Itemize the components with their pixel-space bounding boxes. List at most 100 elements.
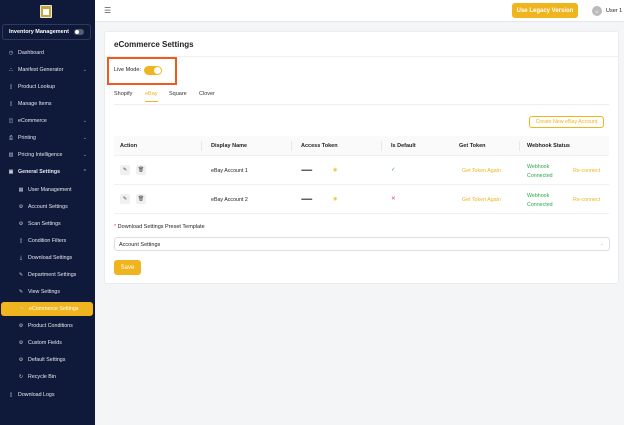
sidebar-item-download-settings[interactable]: ⤓ Download Settings <box>0 251 95 265</box>
delete-icon[interactable]: 🗑 <box>136 165 146 175</box>
sidebar-item-dashboard[interactable]: ◷ Dashboard <box>0 46 95 60</box>
sidebar-item-label: Product Conditions <box>28 323 73 329</box>
platform-tabs: Shopify eBay Square Clover <box>114 91 609 105</box>
sidebar-item-default-settings[interactable]: ⚙ Default Settings <box>0 353 95 367</box>
file-icon: ▯ <box>9 101 13 107</box>
gear-icon: ⚙ <box>18 357 24 363</box>
sidebar-item-label: General Settings <box>18 169 61 175</box>
page-title: eCommerce Settings <box>114 40 194 49</box>
sidebar-item-manage-items[interactable]: ▯ Manage Items <box>0 97 95 111</box>
file-icon: ▯ <box>9 392 13 398</box>
use-legacy-version-button[interactable]: Use Legacy Version <box>512 3 578 18</box>
chevron-up-icon: ⌃ <box>82 169 87 175</box>
recycle-icon: ↻ <box>18 374 24 380</box>
sidebar-item-view-settings[interactable]: ✎ View Settings <box>0 285 95 299</box>
tab-square[interactable]: Square <box>169 91 187 97</box>
chevron-down-icon: ⌄ <box>82 135 87 141</box>
column-header: Get Token <box>459 143 486 149</box>
sidebar-item-printing[interactable]: ⎙ Printing ⌄ <box>0 131 95 145</box>
reconnect-link[interactable]: Re-connect <box>573 168 600 174</box>
get-token-again-link[interactable]: Get Token Again <box>462 168 501 174</box>
download-icon: ⤓ <box>19 255 23 261</box>
sidebar-item-label: Manifest Generator <box>18 67 64 73</box>
display-name: eBay Account 2 <box>211 197 248 203</box>
chart-icon: ▥ <box>8 152 14 158</box>
bag-icon: ◫ <box>8 118 14 124</box>
avatar[interactable]: U <box>592 6 602 16</box>
tab-ebay[interactable]: eBay <box>145 91 158 102</box>
sidebar-item-label: Manage Items <box>18 101 52 107</box>
tab-shopify[interactable]: Shopify <box>114 91 132 97</box>
sidebar-item-label: User Management <box>28 187 72 193</box>
eye-icon[interactable]: ◉ <box>333 167 337 173</box>
gear-icon: ⚙ <box>18 204 24 210</box>
reconnect-link[interactable]: Re-connect <box>573 197 600 203</box>
sidebar-item-recycle-bin[interactable]: ↻ Recycle Bin <box>0 370 95 384</box>
sidebar-item-label: View Settings <box>28 289 60 295</box>
webhook-status: Webhook Connected <box>527 164 553 179</box>
sidebar-item-label: Department Settings <box>28 272 77 278</box>
column-header: Is Default <box>391 143 416 149</box>
check-circle-icon: ✓ <box>391 167 396 173</box>
sidebar-item-label: Custom Fields <box>28 340 62 346</box>
sidebar-item-scan-settings[interactable]: ⚙ Scan Settings <box>0 217 95 231</box>
sidebar-item-general-settings[interactable]: ▣ General Settings ⌃ <box>0 165 95 179</box>
chevron-down-icon: ⌄ <box>82 152 87 158</box>
get-token-again-link[interactable]: Get Token Again <box>462 197 501 203</box>
sidebar-item-pricing-intelligence[interactable]: ▥ Pricing Intelligence ⌄ <box>0 148 95 162</box>
sidebar-item-department-settings[interactable]: ✎ Department Settings <box>0 268 95 282</box>
eye-icon[interactable]: ◉ <box>333 196 337 202</box>
sidebar-item-custom-fields[interactable]: ⚙ Custom Fields <box>0 336 95 350</box>
create-new-ebay-account-button[interactable]: Create New eBay Account <box>529 116 604 128</box>
sidebar-item-label: Pricing Intelligence <box>18 152 63 158</box>
menu-toggle-icon[interactable]: ☰ <box>104 6 111 15</box>
access-token: •••••••••••••• <box>301 168 312 174</box>
delete-icon[interactable]: 🗑 <box>136 194 146 204</box>
edit-icon[interactable]: ✎ <box>120 194 130 204</box>
column-header: Display Name <box>211 143 248 149</box>
sidebar-item-ecommerce[interactable]: ◫ eCommerce ⌄ <box>0 114 95 128</box>
sidebar-item-user-management[interactable]: ▦ User Management <box>0 183 95 197</box>
sidebar-item-label: eCommerce <box>18 118 47 124</box>
sidebar-item-ecommerce-settings[interactable]: ✎ eCommerce Settings <box>1 302 93 316</box>
inventory-management-toggle[interactable] <box>74 29 84 35</box>
gear-icon: ⚙ <box>18 221 24 227</box>
user-name[interactable]: User 1 <box>606 8 622 14</box>
column-separator <box>291 141 292 151</box>
sidebar-item-condition-filters[interactable]: ▯ Condition Filters <box>0 234 95 248</box>
table-row: ✎ 🗑 eBay Account 2 •••••••••••••• ◉ ✕ Ge… <box>114 185 609 214</box>
file-icon: ▯ <box>9 84 13 90</box>
sidebar-item-label: Scan Settings <box>28 221 61 227</box>
sidebar-item-label: Download Logs <box>18 392 55 398</box>
table-header: Action Display Name Access Token Is Defa… <box>114 136 609 156</box>
display-name: eBay Account 1 <box>211 168 248 174</box>
tab-clover[interactable]: Clover <box>199 91 215 97</box>
preset-template-label: * Download Settings Preset Template <box>114 224 205 230</box>
sidebar-item-product-lookup[interactable]: ▯ Product Lookup <box>0 80 95 94</box>
sidebar-item-label: Default Settings <box>28 357 66 363</box>
x-circle-icon: ✕ <box>391 196 396 202</box>
preset-template-select[interactable]: Account Settings ⌄ <box>114 237 610 251</box>
sidebar-item-download-logs[interactable]: ▯ Download Logs <box>0 388 95 402</box>
sidebar-item-account-settings[interactable]: ⚙ Account Settings <box>0 200 95 214</box>
column-header: Webhook Status <box>527 143 570 149</box>
ecommerce-settings-card: eCommerce Settings Live Mode: Shopify eB… <box>104 31 619 284</box>
save-button[interactable]: Save <box>114 260 141 275</box>
column-separator <box>201 141 202 151</box>
sidebar-item-label: Condition Filters <box>28 238 67 244</box>
settings-icon: ▣ <box>8 169 14 175</box>
table-icon: ▦ <box>18 187 24 193</box>
column-header: Action <box>120 143 138 149</box>
inventory-management-toggle-box[interactable]: Inventory Management <box>2 24 91 40</box>
app-logo <box>40 5 52 18</box>
edit-icon: ✎ <box>19 306 25 312</box>
sidebar-item-label: Account Settings <box>28 204 68 210</box>
edit-icon: ✎ <box>18 272 24 278</box>
edit-icon[interactable]: ✎ <box>120 165 130 175</box>
chevron-down-icon: ⌄ <box>82 67 87 73</box>
sidebar-item-manifest-generator[interactable]: ⛬ Manifest Generator ⌄ <box>0 63 95 77</box>
live-mode-toggle[interactable] <box>144 66 162 75</box>
sidebar-item-product-conditions[interactable]: ⚙ Product Conditions <box>0 319 95 333</box>
preset-template-value: Account Settings <box>119 242 161 248</box>
sidebar-item-label: Recycle Bin <box>28 374 56 380</box>
